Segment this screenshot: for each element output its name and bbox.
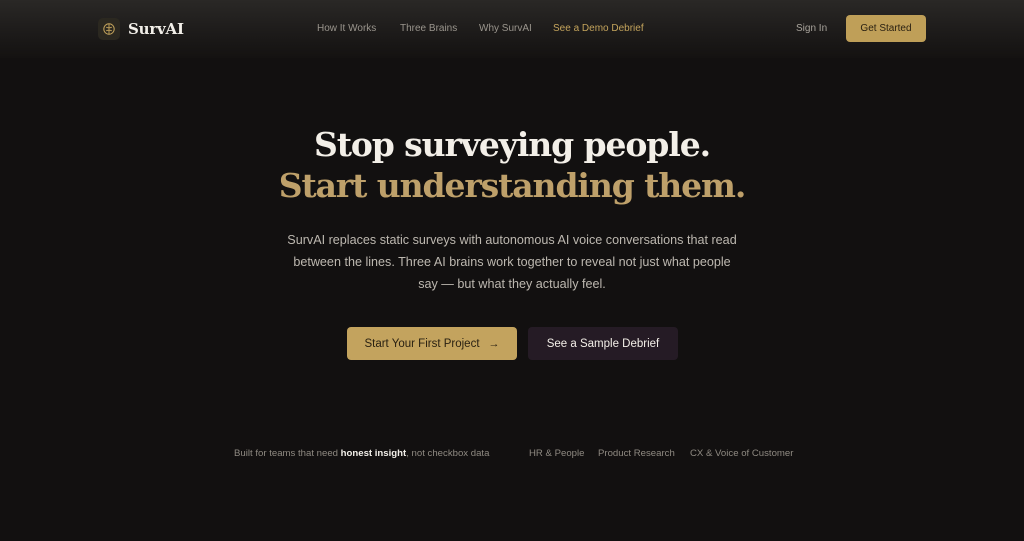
audience-segment-cx: CX & Voice of Customer [690,448,794,459]
audience-segment-hr: HR & People [529,448,585,459]
headline-line-1: Stop surveying people. [313,125,711,164]
headline-line-2: Start understanding them. [278,166,747,205]
audience-tagline: Built for teams that need honest insight… [234,447,489,461]
nav-link-three-brains[interactable]: Three Brains [400,22,457,36]
hero-headline: Stop surveying people. Start understandi… [0,124,1024,206]
start-first-project-button[interactable]: Start Your First Project → [347,327,517,360]
get-started-button[interactable]: Get Started [846,15,926,42]
tagline-emphasis: honest insight [340,448,407,459]
nav-link-how-it-works[interactable]: How It Works [317,22,376,36]
tagline-prefix: Built for teams that need [234,448,341,459]
audience-segment-product-research: Product Research [598,448,675,459]
see-sample-debrief-button[interactable]: See a Sample Debrief [528,327,678,360]
nav-link-demo-debrief[interactable]: See a Demo Debrief [553,22,644,36]
hero-cta-group: Start Your First Project → See a Sample … [347,327,678,360]
sign-in-link[interactable]: Sign In [796,22,827,36]
hero-description: SurvAI replaces static surveys with auto… [287,233,737,291]
start-first-project-label: Start Your First Project [364,337,480,350]
audience-strip: Built for teams that need honest insight… [0,447,1024,461]
nav-link-why-survai[interactable]: Why SurvAI [479,22,532,36]
top-navigation-bar: SurvAI How It Works Three Brains Why Sur… [0,0,1024,58]
arrow-right-icon: → [488,337,500,350]
tagline-suffix: , not checkbox data [406,448,490,459]
hero-section: Stop surveying people. Start understandi… [0,124,1024,295]
